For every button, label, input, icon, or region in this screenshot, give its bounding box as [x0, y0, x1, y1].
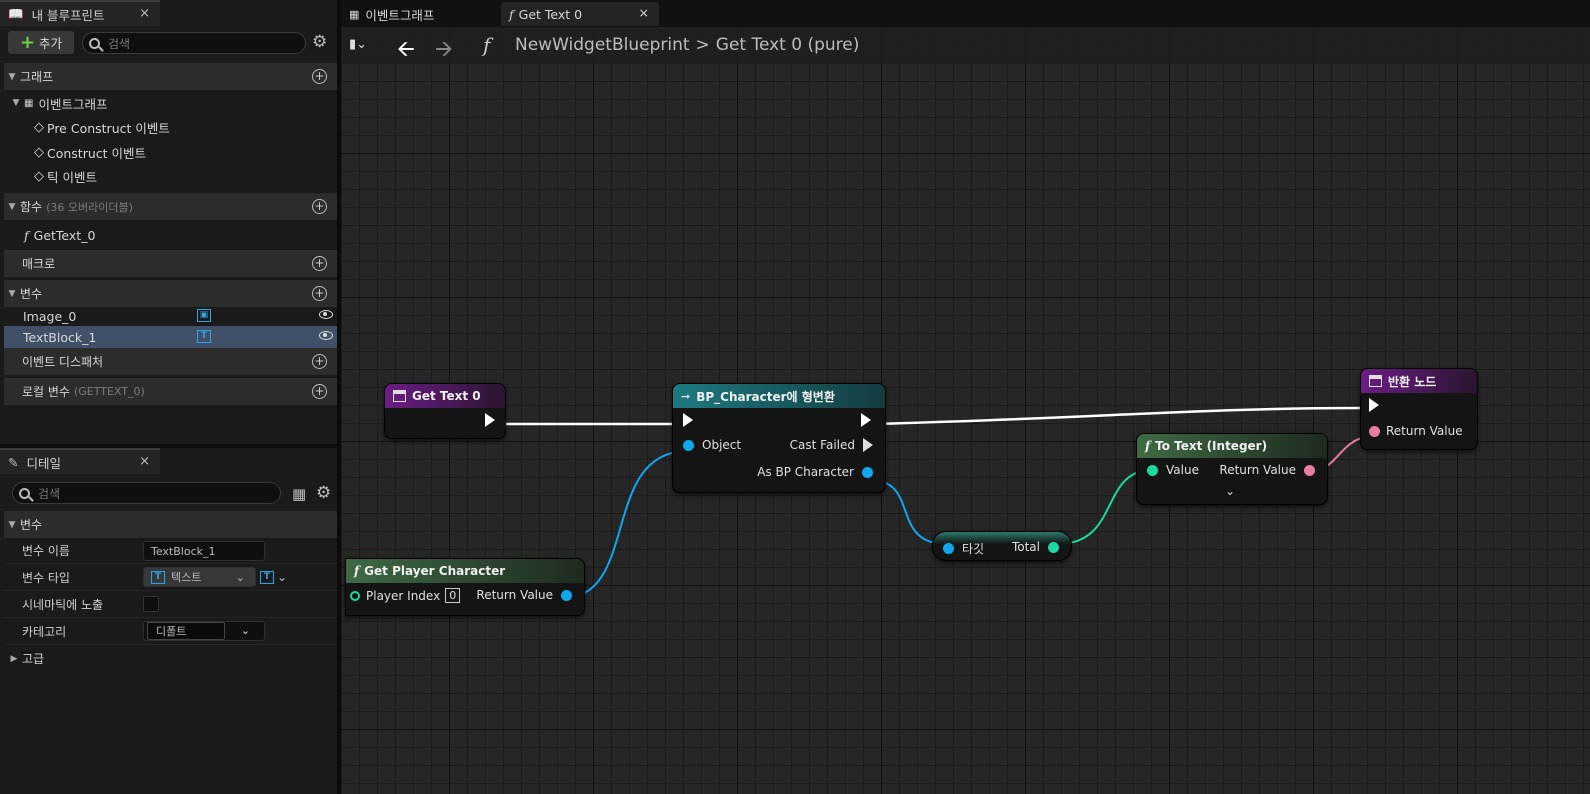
return-value-pin[interactable]: Return Value: [476, 588, 572, 602]
object-pin-dot: [561, 589, 572, 601]
get-player-character-header: f Get Player Character: [346, 559, 584, 583]
text-pin-dot: [1369, 425, 1380, 437]
exec-arrow-icon: [485, 413, 495, 427]
target-pin[interactable]: 타깃: [943, 540, 984, 557]
function-icon: f: [354, 564, 360, 578]
cast-failed-label: Cast Failed: [789, 438, 855, 452]
object-pin-dot: [943, 543, 954, 554]
exec-in-pin[interactable]: [683, 413, 693, 427]
cast-failed-pin[interactable]: Cast Failed: [790, 438, 873, 452]
player-index-value[interactable]: 0: [445, 588, 461, 603]
player-index-pin[interactable]: Player Index 0: [350, 588, 461, 603]
player-index-label: Player Index: [366, 588, 441, 603]
widget-icon: [393, 390, 406, 402]
exec-in-pin[interactable]: [1369, 398, 1379, 412]
expand-chevron-icon[interactable]: ⌄: [1225, 484, 1235, 498]
as-bp-character-pin[interactable]: As BP Character: [757, 465, 873, 479]
return-value-pin[interactable]: Return Value: [1219, 463, 1315, 477]
to-text-node[interactable]: f To Text (Integer) Value Return Value ⌄: [1136, 433, 1328, 505]
widget-icon: [1369, 375, 1382, 387]
object-pin-dot: [862, 466, 873, 478]
exec-arrow-icon: [1369, 398, 1379, 412]
exec-arrow-icon: [861, 413, 871, 427]
get-player-character-node[interactable]: f Get Player Character Player Index 0 Retu…: [345, 558, 585, 616]
exec-wire: [873, 406, 1361, 426]
return-value-label: Return Value: [476, 588, 553, 602]
object-pin[interactable]: Object: [683, 438, 741, 452]
exec-out-pin[interactable]: [485, 413, 495, 427]
cast-node-header: ➞ BP_Character에 형변환: [673, 384, 885, 408]
object-pin-label: Object: [702, 438, 742, 452]
return-value-pin[interactable]: Return Value: [1369, 424, 1463, 438]
to-text-header: f To Text (Integer): [1137, 434, 1327, 458]
target-label: 타깃: [962, 542, 985, 556]
exec-out-pin[interactable]: [861, 413, 871, 427]
cast-node[interactable]: ➞ BP_Character에 형변환 Object Cast Failed As…: [672, 383, 886, 493]
integer-pin-dot: [350, 590, 360, 601]
object-pin-dot: [683, 439, 694, 451]
as-bp-character-label: As BP Character: [757, 465, 854, 479]
exec-arrow-icon: [863, 438, 873, 452]
return-value-label: Return Value: [1219, 463, 1296, 477]
function-icon: f: [1145, 439, 1151, 453]
exec-arrow-icon: [683, 413, 693, 427]
value-label: Value: [1166, 463, 1199, 477]
entry-node-title: Get Text 0: [412, 389, 481, 403]
value-pin[interactable]: Value: [1147, 463, 1199, 477]
cast-arrow-icon: ➞: [681, 389, 691, 403]
return-node-title: 반환 노드: [1388, 374, 1437, 389]
return-node-header: 반환 노드: [1361, 369, 1477, 393]
entry-node[interactable]: Get Text 0: [384, 383, 506, 439]
entry-node-header: Get Text 0: [385, 384, 505, 408]
get-player-character-title: Get Player Character: [364, 564, 506, 578]
cast-node-title: BP_Character에 형변환: [696, 389, 835, 404]
return-value-label: Return Value: [1386, 424, 1463, 438]
get-total-node[interactable]: 타깃 Total: [932, 531, 1072, 561]
to-text-title: To Text (Integer): [1155, 439, 1268, 453]
total-label: Total: [1011, 540, 1040, 554]
integer-pin-dot: [1147, 464, 1158, 476]
total-pin[interactable]: Total: [1012, 540, 1059, 554]
text-pin-dot: [1304, 464, 1315, 476]
integer-pin-dot: [1048, 541, 1059, 553]
return-node[interactable]: 반환 노드 Return Value: [1360, 368, 1478, 450]
